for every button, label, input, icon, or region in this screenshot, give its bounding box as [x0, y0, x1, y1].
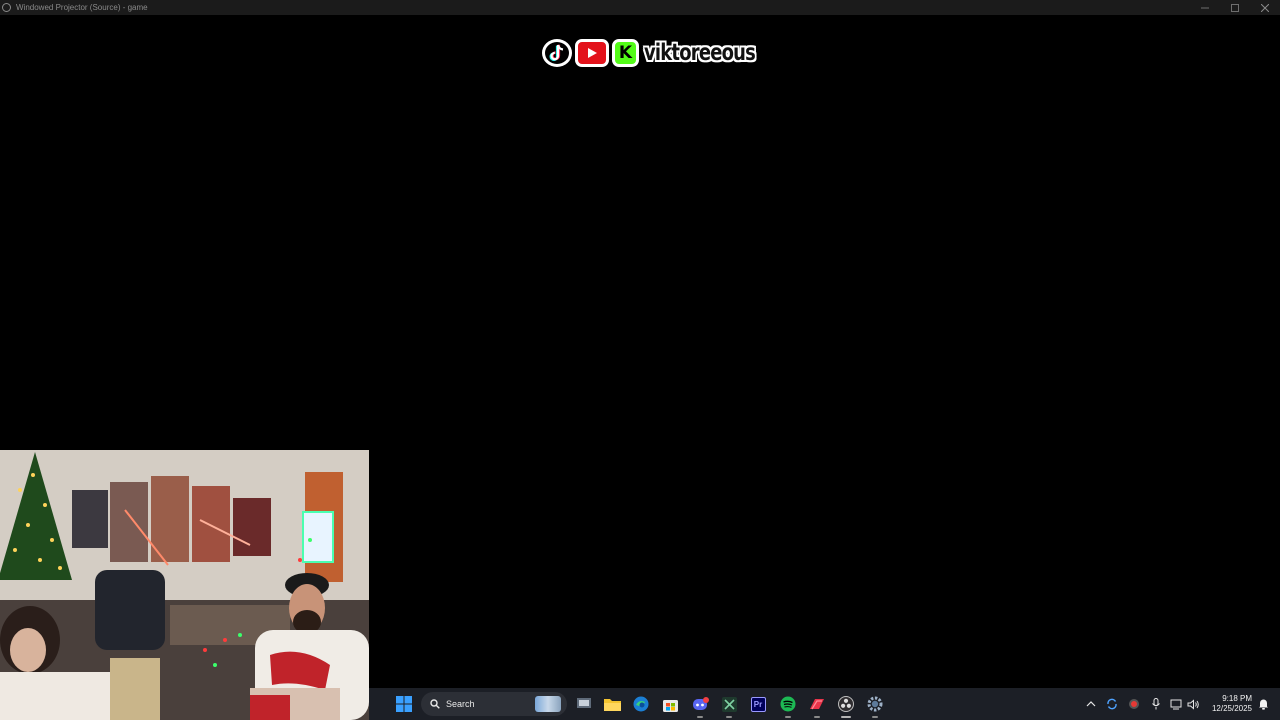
- settings-icon: [867, 696, 883, 712]
- obs-icon: [838, 696, 854, 712]
- edge-icon: [633, 696, 649, 712]
- spotify-button[interactable]: [779, 695, 797, 718]
- show-hidden-icons-button[interactable]: [1082, 695, 1100, 713]
- window-titlebar: Windowed Projector (Source) - game: [0, 0, 1280, 15]
- volume-icon: [1187, 698, 1199, 710]
- gaming-chair: [95, 570, 165, 650]
- poster-4: [192, 486, 230, 562]
- file-explorer-icon: [603, 699, 621, 711]
- search-highlight-image: [535, 696, 561, 712]
- excel-button[interactable]: [720, 695, 738, 718]
- channel-handle: viktoreeous: [644, 39, 756, 66]
- poster-2: [110, 482, 148, 562]
- poster-5: [233, 498, 271, 556]
- running-indicator: [697, 716, 703, 718]
- obs-app-icon: [2, 3, 11, 12]
- edge-button[interactable]: [632, 695, 650, 713]
- taskbar-clock[interactable]: 9:18 PM 12/25/2025: [1208, 694, 1252, 714]
- close-icon: [1261, 3, 1269, 12]
- kick-icon: K: [612, 39, 639, 67]
- search-icon: [430, 699, 440, 709]
- premiere-pro-label: Pr: [753, 699, 763, 709]
- close-button[interactable]: [1250, 0, 1280, 15]
- volume-button[interactable]: [1184, 695, 1202, 713]
- search-input[interactable]: Search: [421, 692, 567, 716]
- active-indicator: [841, 716, 851, 718]
- minimize-icon: [1201, 7, 1209, 8]
- notification-button[interactable]: [1254, 695, 1272, 713]
- running-indicator: [814, 716, 820, 718]
- sync-tray-button[interactable]: [1103, 695, 1121, 713]
- clock-time: 9:18 PM: [1222, 694, 1252, 703]
- notification-icon: [1258, 699, 1268, 710]
- clock-date: 12/25/2025: [1211, 704, 1252, 713]
- webcam-feed: [0, 450, 369, 720]
- task-view-icon: [577, 698, 591, 708]
- discord-button[interactable]: [691, 695, 709, 718]
- tiktok-icon: [542, 39, 572, 67]
- app-red-icon: [810, 699, 824, 710]
- running-indicator: [785, 716, 791, 718]
- excel-icon: [721, 696, 737, 712]
- premiere-pro-icon: Pr: [750, 696, 766, 712]
- person-left-shirt: [0, 672, 110, 720]
- minimize-button[interactable]: [1190, 0, 1220, 15]
- app-red-button[interactable]: [808, 695, 826, 718]
- running-indicator: [872, 716, 878, 718]
- microphone-button[interactable]: [1147, 695, 1165, 713]
- social-banner: K viktoreeous: [542, 36, 786, 70]
- start-button[interactable]: [395, 695, 413, 713]
- youtube-icon: [575, 39, 609, 67]
- store-icon: [662, 699, 678, 712]
- webcam-scene: [0, 450, 369, 720]
- window-title: Windowed Projector (Source) - game: [16, 3, 148, 12]
- windows-taskbar: Search Pr 9:18 PM 12/25/2025: [369, 688, 1280, 720]
- poster-1: [72, 490, 108, 548]
- task-view-button[interactable]: [575, 695, 593, 713]
- show-hidden-icon: [1086, 701, 1096, 707]
- premiere-pro-button[interactable]: Pr: [749, 695, 767, 713]
- obs-button[interactable]: [837, 695, 855, 718]
- maximize-icon: [1231, 3, 1239, 12]
- start-icon: [396, 696, 412, 712]
- settings-button[interactable]: [866, 695, 884, 718]
- network-button[interactable]: [1167, 695, 1185, 713]
- running-indicator: [726, 716, 732, 718]
- file-explorer-button[interactable]: [603, 695, 621, 713]
- microphone-icon: [1152, 698, 1160, 710]
- record-icon: [1129, 699, 1139, 709]
- record-tray-button[interactable]: [1125, 695, 1143, 713]
- maximize-button[interactable]: [1220, 0, 1250, 15]
- spotify-icon: [780, 696, 796, 712]
- network-icon: [1170, 699, 1181, 709]
- search-placeholder: Search: [446, 699, 475, 709]
- kick-letter: K: [618, 43, 633, 63]
- sync-icon: [1107, 698, 1117, 710]
- discord-icon: [692, 696, 709, 710]
- store-button[interactable]: [661, 695, 679, 713]
